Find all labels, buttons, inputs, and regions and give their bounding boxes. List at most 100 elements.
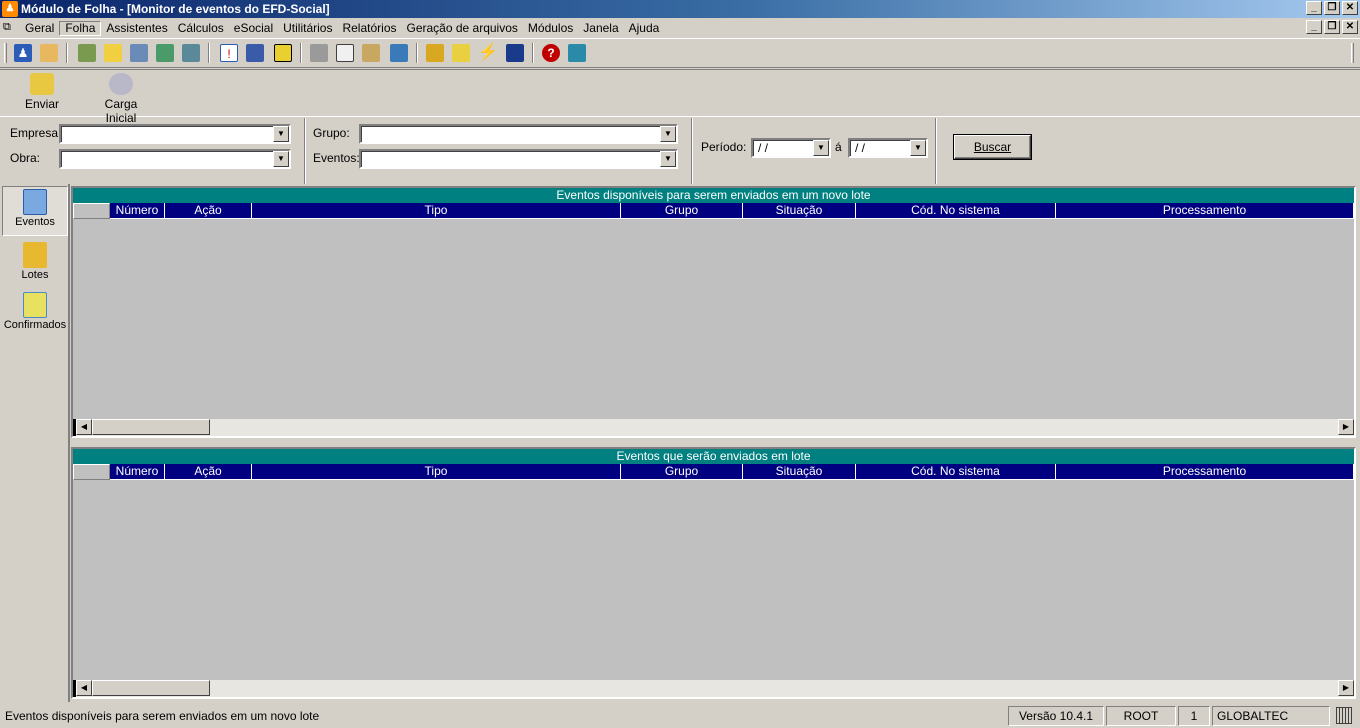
batch-grid-header: Número Ação Tipo Grupo Situação Cód. No … [73,464,1354,480]
tools-icon[interactable] [78,44,96,62]
window-star-icon[interactable] [104,44,122,62]
nav-batches-label: Lotes [21,269,49,281]
search-button[interactable]: Buscar [954,135,1031,159]
close-button[interactable]: ✕ [1342,1,1358,15]
print-icon[interactable] [310,44,328,62]
column-header[interactable]: Tipo [252,203,621,219]
scroll-left-icon[interactable]: ◀ [76,419,92,435]
help-icon[interactable]: ? [542,44,560,62]
horizontal-scrollbar[interactable]: ◀ ▶ [73,419,1354,436]
chevron-down-icon[interactable]: ▼ [660,151,676,167]
column-header[interactable]: Situação [743,203,856,219]
menu-relatorios[interactable]: Relatórios [337,21,401,36]
period-separator: á [835,140,842,154]
send-label: Enviar [24,97,59,111]
grid-icon[interactable] [506,44,524,62]
column-header[interactable]: Ação [165,464,252,480]
column-header[interactable]: Processamento [1056,203,1354,219]
column-header[interactable]: Cód. No sistema [856,203,1056,219]
company-combo[interactable]: ▼ [59,124,291,144]
nav-item-confirmed[interactable]: Confirmados [2,290,68,340]
menu-geracao-arquivos[interactable]: Geração de arquivos [402,21,523,36]
work-combo[interactable]: ▼ [59,149,291,169]
status-message: Eventos disponíveis para serem enviados … [5,709,320,723]
lock-icon[interactable] [426,44,444,62]
nav-confirmed-label: Confirmados [3,319,67,331]
chevron-down-icon[interactable]: ▼ [660,126,676,142]
menu-janela[interactable]: Janela [578,21,623,36]
menu-assistentes[interactable]: Assistentes [101,21,172,36]
tag-icon[interactable] [130,44,148,62]
lightning-icon[interactable]: ⚡ [478,44,498,62]
minimize-button[interactable]: _ [1306,1,1322,15]
filter-icon[interactable] [452,44,470,62]
trash-icon[interactable] [1336,707,1352,724]
group-combo[interactable]: ▼ [359,124,678,144]
scroll-right-icon[interactable]: ▶ [1338,419,1354,435]
period-from-value: / / [758,141,769,155]
menu-esocial[interactable]: eSocial [229,21,278,36]
gears-icon [109,73,133,95]
toolbar-grip[interactable] [4,43,7,63]
batch-events-grid: Eventos que serão enviados em lote Númer… [71,447,1356,699]
child-minimize-button[interactable]: _ [1306,20,1322,34]
window-title: Módulo de Folha - [Monitor de eventos do… [21,2,330,16]
monitor-icon[interactable] [390,44,408,62]
users-icon[interactable]: ♟ [14,44,32,62]
column-header[interactable]: Ação [165,203,252,219]
menu-utilitarios[interactable]: Utilitários [278,21,337,36]
restore-button[interactable]: ❐ [1324,1,1340,15]
column-header[interactable]: Processamento [1056,464,1354,480]
status-number: 1 [1178,706,1210,726]
nav-item-batches[interactable]: Lotes [2,240,68,288]
period-to-value: / / [855,141,866,155]
menu-ajuda[interactable]: Ajuda [624,21,665,36]
ruler-icon[interactable] [246,44,264,62]
events-label: Eventos: [313,151,360,165]
column-header[interactable]: Grupo [621,464,743,480]
chevron-down-icon[interactable]: ▼ [273,126,289,142]
period-to-combo[interactable]: / / ▼ [848,138,928,158]
toolbar-grip-right[interactable] [1351,43,1354,63]
mdi-child-icon[interactable]: ⧉ [3,21,17,34]
send-button[interactable]: Enviar [22,73,62,111]
menu-geral[interactable]: Geral [20,21,59,36]
exit-icon[interactable] [568,44,586,62]
column-header[interactable]: Grupo [621,203,743,219]
column-header[interactable]: Número [110,464,165,480]
card-icon[interactable] [274,44,292,62]
chevron-down-icon[interactable]: ▼ [273,151,289,167]
menu-folha[interactable]: Folha [59,21,102,36]
horizontal-scrollbar[interactable]: ◀ ▶ [73,680,1354,697]
menu-modulos[interactable]: Módulos [523,21,578,36]
copy-icon[interactable] [336,44,354,62]
events-combo[interactable]: ▼ [359,149,678,169]
row-indicator-header[interactable] [73,203,110,219]
status-company: GLOBALTEC [1212,706,1330,726]
transfer-icon[interactable] [182,44,200,62]
available-events-grid: Eventos disponíveis para serem enviados … [71,186,1356,438]
chevron-down-icon[interactable]: ▼ [910,140,926,156]
status-version: Versão 10.4.1 [1008,706,1104,726]
column-header[interactable]: Número [110,203,165,219]
child-restore-button[interactable]: ❐ [1324,20,1340,34]
scroll-right-icon[interactable]: ▶ [1338,680,1354,696]
column-header[interactable]: Cód. No sistema [856,464,1056,480]
child-close-button[interactable]: ✕ [1342,20,1358,34]
column-header[interactable]: Situação [743,464,856,480]
menu-bar: ⧉ Geral Folha Assistentes Cálculos eSoci… [0,18,1360,38]
scroll-thumb[interactable] [92,680,210,696]
scroll-thumb[interactable] [92,419,210,435]
period-from-combo[interactable]: / / ▼ [751,138,831,158]
paste-icon[interactable] [362,44,380,62]
row-indicator-header[interactable] [73,464,110,480]
inbox-check-icon[interactable] [156,44,174,62]
column-header[interactable]: Tipo [252,464,621,480]
calendar-alert-icon[interactable]: ! [220,44,238,62]
scroll-left-icon[interactable]: ◀ [76,680,92,696]
notes-icon[interactable] [40,44,58,62]
menu-calculos[interactable]: Cálculos [173,21,229,36]
nav-events-label: Eventos [15,216,55,228]
nav-item-events[interactable]: Eventos [2,186,68,236]
chevron-down-icon[interactable]: ▼ [813,140,829,156]
